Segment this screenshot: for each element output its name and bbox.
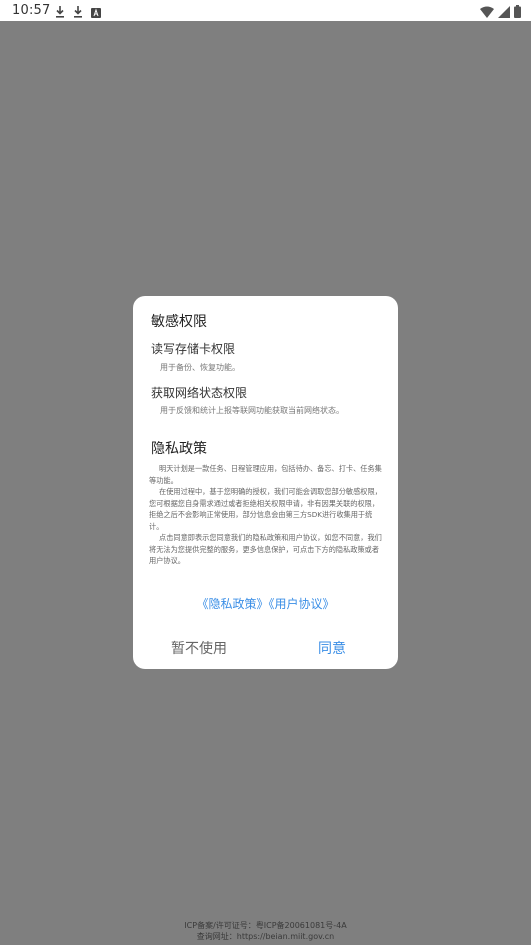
policy-links: 《隐私政策》《用户协议》 — [133, 595, 398, 612]
permission-desc: 用于备份、恢复功能。 — [160, 363, 240, 372]
notification-icons — [55, 3, 101, 22]
system-icons — [480, 3, 521, 22]
permissions-title: 敏感权限 — [151, 314, 207, 330]
signal-icon — [498, 3, 510, 22]
permission-name: 读写存储卡权限 — [151, 342, 236, 356]
permission-name: 获取网络状态权限 — [151, 386, 248, 400]
wifi-icon — [480, 3, 494, 22]
status-time: 10:57 — [12, 3, 51, 18]
download-icon — [73, 3, 83, 22]
privacy-paragraph: 点击同意即表示您同意我们的隐私政策和用户协议，如您不同意，我们将无法为您提供完整… — [149, 533, 382, 565]
app-screen: 10:57 敏感权限 读写存储卡权限 用于备份、恢复功能。 获取网络状态权限 用… — [0, 0, 531, 945]
privacy-policy-link[interactable]: 《隐私政策》 — [196, 597, 268, 611]
user-agreement-link[interactable]: 《用户协议》 — [269, 597, 335, 611]
privacy-paragraph: 明天计划是一款任务、日程管理应用，包括待办、备忘、打卡、任务集等功能。 — [149, 464, 382, 485]
privacy-title: 隐私政策 — [151, 441, 207, 457]
agree-button[interactable]: 同意 — [318, 638, 346, 658]
decline-button[interactable]: 暂不使用 — [171, 638, 227, 658]
privacy-text: 明天计划是一款任务、日程管理应用，包括待办、备忘、打卡、任务集等功能。 在使用过… — [149, 463, 383, 567]
status-bar: 10:57 — [0, 0, 531, 21]
icp-query-url: 查询网址：https://beian.miit.gov.cn — [196, 932, 335, 941]
icp-number: ICP备案/许可证号：粤ICP备20061081号-4A — [184, 921, 347, 930]
download-icon — [55, 3, 65, 22]
permission-desc: 用于反馈和统计上报等联网功能获取当前网络状态。 — [160, 406, 344, 415]
privacy-paragraph: 在使用过程中，基于您明确的授权，我们可能会调取您部分敏感权限，您可根据您自身需求… — [149, 487, 382, 531]
text-notification-icon — [91, 3, 101, 22]
battery-icon — [514, 3, 521, 22]
icp-footer: ICP备案/许可证号：粤ICP备20061081号-4A 查询网址：https:… — [0, 920, 531, 942]
privacy-dialog: 敏感权限 读写存储卡权限 用于备份、恢复功能。 获取网络状态权限 用于反馈和统计… — [133, 296, 398, 669]
